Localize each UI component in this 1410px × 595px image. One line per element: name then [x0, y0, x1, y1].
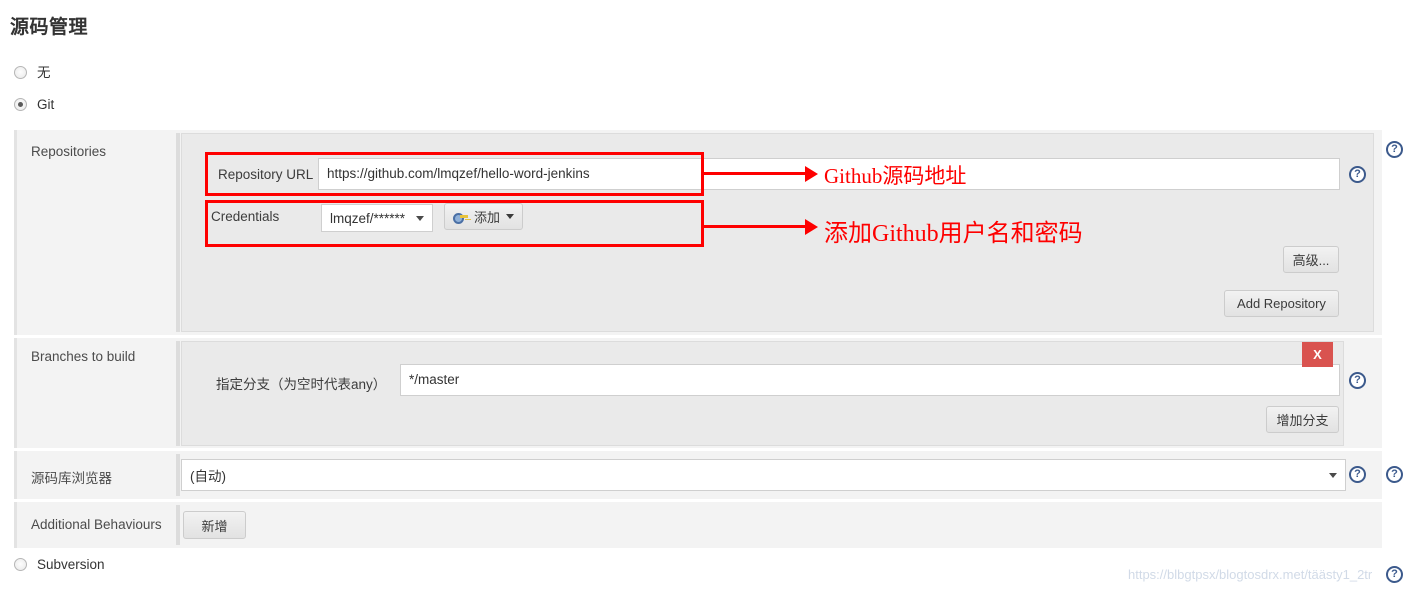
- repository-url-label: Repository URL: [218, 167, 314, 182]
- additional-behaviours-label: Additional Behaviours: [31, 517, 162, 532]
- scm-option-subversion[interactable]: Subversion: [14, 558, 105, 572]
- browser-outer-help-icon[interactable]: ?: [1386, 466, 1403, 483]
- additional-behaviours-divider: [176, 505, 180, 545]
- add-behaviour-button[interactable]: 新增: [183, 511, 246, 539]
- branch-spec-input[interactable]: [400, 364, 1340, 396]
- subversion-help-icon[interactable]: ?: [1386, 566, 1403, 583]
- add-branch-button-label: 增加分支: [1276, 413, 1329, 428]
- branches-label: Branches to build: [31, 349, 136, 364]
- branch-spec-label: 指定分支（为空时代表any）: [216, 377, 387, 392]
- chevron-down-icon: [416, 215, 424, 221]
- chevron-down-icon: [506, 214, 515, 219]
- chevron-down-icon: [1329, 472, 1337, 478]
- repository-browser-divider: [176, 454, 180, 496]
- repository-url-input[interactable]: [318, 158, 1340, 190]
- repository-browser-help-icon[interactable]: ?: [1349, 466, 1366, 483]
- scm-option-git-label: Git: [37, 97, 55, 112]
- credentials-select[interactable]: lmqzef/******: [321, 204, 433, 232]
- branch-spec-help-icon[interactable]: ?: [1349, 372, 1366, 389]
- scm-option-git[interactable]: Git: [14, 98, 54, 112]
- credentials-label: Credentials: [211, 209, 280, 224]
- repository-browser-select[interactable]: (自动): [181, 459, 1346, 491]
- advanced-button-label: 高级...: [1292, 253, 1330, 268]
- repository-url-help-icon[interactable]: ?: [1349, 166, 1366, 183]
- add-repository-button-label: Add Repository: [1237, 296, 1326, 311]
- delete-branch-button[interactable]: X: [1302, 342, 1333, 367]
- add-branch-button[interactable]: 增加分支: [1266, 406, 1339, 433]
- branches-divider: [176, 341, 180, 446]
- advanced-button[interactable]: 高级...: [1283, 246, 1339, 273]
- credentials-selected-value: lmqzef/******: [330, 210, 406, 226]
- repository-browser-selected-value: (自动): [190, 469, 226, 484]
- radio-git[interactable]: [14, 98, 27, 112]
- add-credentials-button[interactable]: 添加: [444, 203, 523, 230]
- repositories-divider: [176, 133, 180, 332]
- add-behaviour-button-label: 新增: [201, 518, 228, 534]
- repositories-label: Repositories: [31, 144, 107, 159]
- scm-option-subversion-label: Subversion: [37, 557, 105, 572]
- radio-subversion[interactable]: [14, 558, 27, 572]
- radio-none[interactable]: [14, 66, 27, 80]
- scm-configuration-page: 源码管理 无 Git Repositories Repository URL ?…: [0, 0, 1410, 595]
- scm-help-icon[interactable]: ?: [1386, 141, 1403, 158]
- page-title: 源码管理: [10, 17, 89, 38]
- scm-option-none-label: 无: [37, 65, 51, 80]
- repository-browser-label: 源码库浏览器: [31, 471, 112, 486]
- watermark: https://blbgtpsx/blogtosdrx.met/täästy1_…: [1128, 567, 1373, 582]
- scm-option-none[interactable]: 无: [14, 66, 51, 80]
- key-icon: [453, 211, 468, 224]
- add-repository-button[interactable]: Add Repository: [1224, 290, 1339, 317]
- add-credentials-label: 添加: [474, 210, 501, 225]
